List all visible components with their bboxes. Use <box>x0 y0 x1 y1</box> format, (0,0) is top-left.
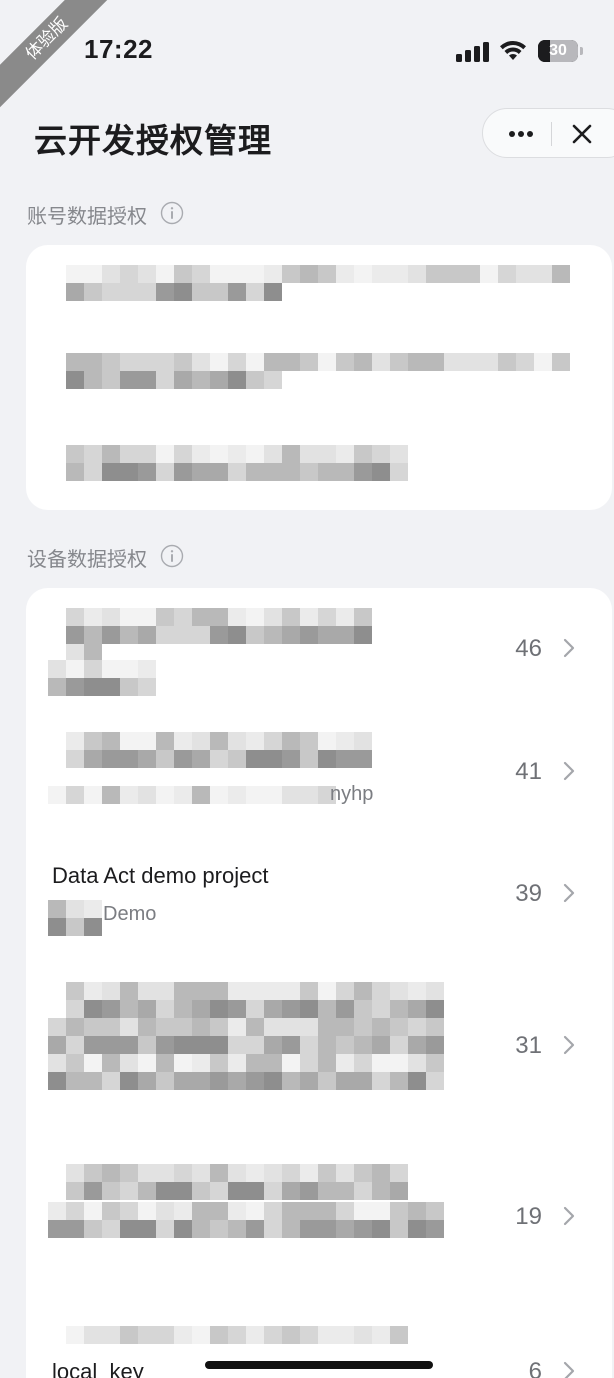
redacted-text <box>66 353 570 389</box>
battery-tip <box>580 47 583 55</box>
home-indicator[interactable] <box>205 1361 433 1369</box>
info-icon[interactable] <box>160 544 184 568</box>
device-subtitle: Demo <box>103 903 157 925</box>
account-item[interactable] <box>26 245 612 333</box>
redacted-subtitle-prefix <box>48 900 102 936</box>
info-icon[interactable] <box>160 201 184 225</box>
trial-ribbon: 体验版 <box>0 0 120 120</box>
redacted-title <box>66 608 372 662</box>
page-title: 云开发授权管理 <box>34 121 272 160</box>
account-item[interactable] <box>26 335 612 423</box>
account-item[interactable] <box>26 427 612 507</box>
account-section-label: 账号数据授权 <box>27 204 147 228</box>
device-item[interactable]: Data Act demo project Demo 39 <box>26 832 612 954</box>
trial-badge: 体验版 <box>0 0 118 110</box>
device-count: 39 <box>515 880 542 907</box>
device-count: 19 <box>515 1203 542 1230</box>
close-icon[interactable] <box>569 121 595 147</box>
redacted-title <box>66 982 444 1018</box>
account-auth-card <box>26 245 612 510</box>
device-title: local_key <box>52 1359 144 1378</box>
device-subtitle: nyhp <box>330 783 374 805</box>
redacted-subtitle <box>48 1202 444 1238</box>
chevron-right-icon <box>563 1361 575 1378</box>
device-item[interactable]: 19 <box>26 1134 612 1306</box>
chevron-right-icon <box>563 1035 575 1055</box>
redacted-text <box>66 265 570 301</box>
device-item[interactable]: nyhp 41 <box>26 710 612 832</box>
cellular-signal-icon <box>456 42 490 62</box>
battery-icon: 30 <box>538 40 578 62</box>
device-title: Data Act demo project <box>52 863 269 888</box>
menu-capsule <box>482 108 614 158</box>
device-section-label: 设备数据授权 <box>27 547 147 571</box>
chevron-right-icon <box>563 638 575 658</box>
redacted-subtitle <box>48 1018 444 1090</box>
redacted-title <box>66 1326 408 1344</box>
device-count: 6 <box>528 1358 542 1378</box>
redacted-text <box>66 445 408 481</box>
device-item[interactable]: 46 <box>26 588 612 710</box>
battery-level: 30 <box>549 42 567 59</box>
chevron-right-icon <box>563 883 575 903</box>
device-item[interactable]: 31 <box>26 954 612 1134</box>
more-dots-icon[interactable] <box>501 121 541 147</box>
capsule-divider <box>551 122 552 146</box>
redacted-subtitle <box>48 660 156 696</box>
redacted-title <box>66 1164 408 1200</box>
chevron-right-icon <box>563 1206 575 1226</box>
redacted-title <box>66 732 372 768</box>
device-count: 46 <box>515 635 542 662</box>
wifi-icon <box>500 40 526 60</box>
device-count: 41 <box>515 758 542 785</box>
chevron-right-icon <box>563 761 575 781</box>
redacted-subtitle <box>48 786 336 804</box>
device-count: 31 <box>515 1032 542 1059</box>
device-auth-card: 46 nyhp 41 Data Act demo project Demo 39… <box>26 588 612 1378</box>
